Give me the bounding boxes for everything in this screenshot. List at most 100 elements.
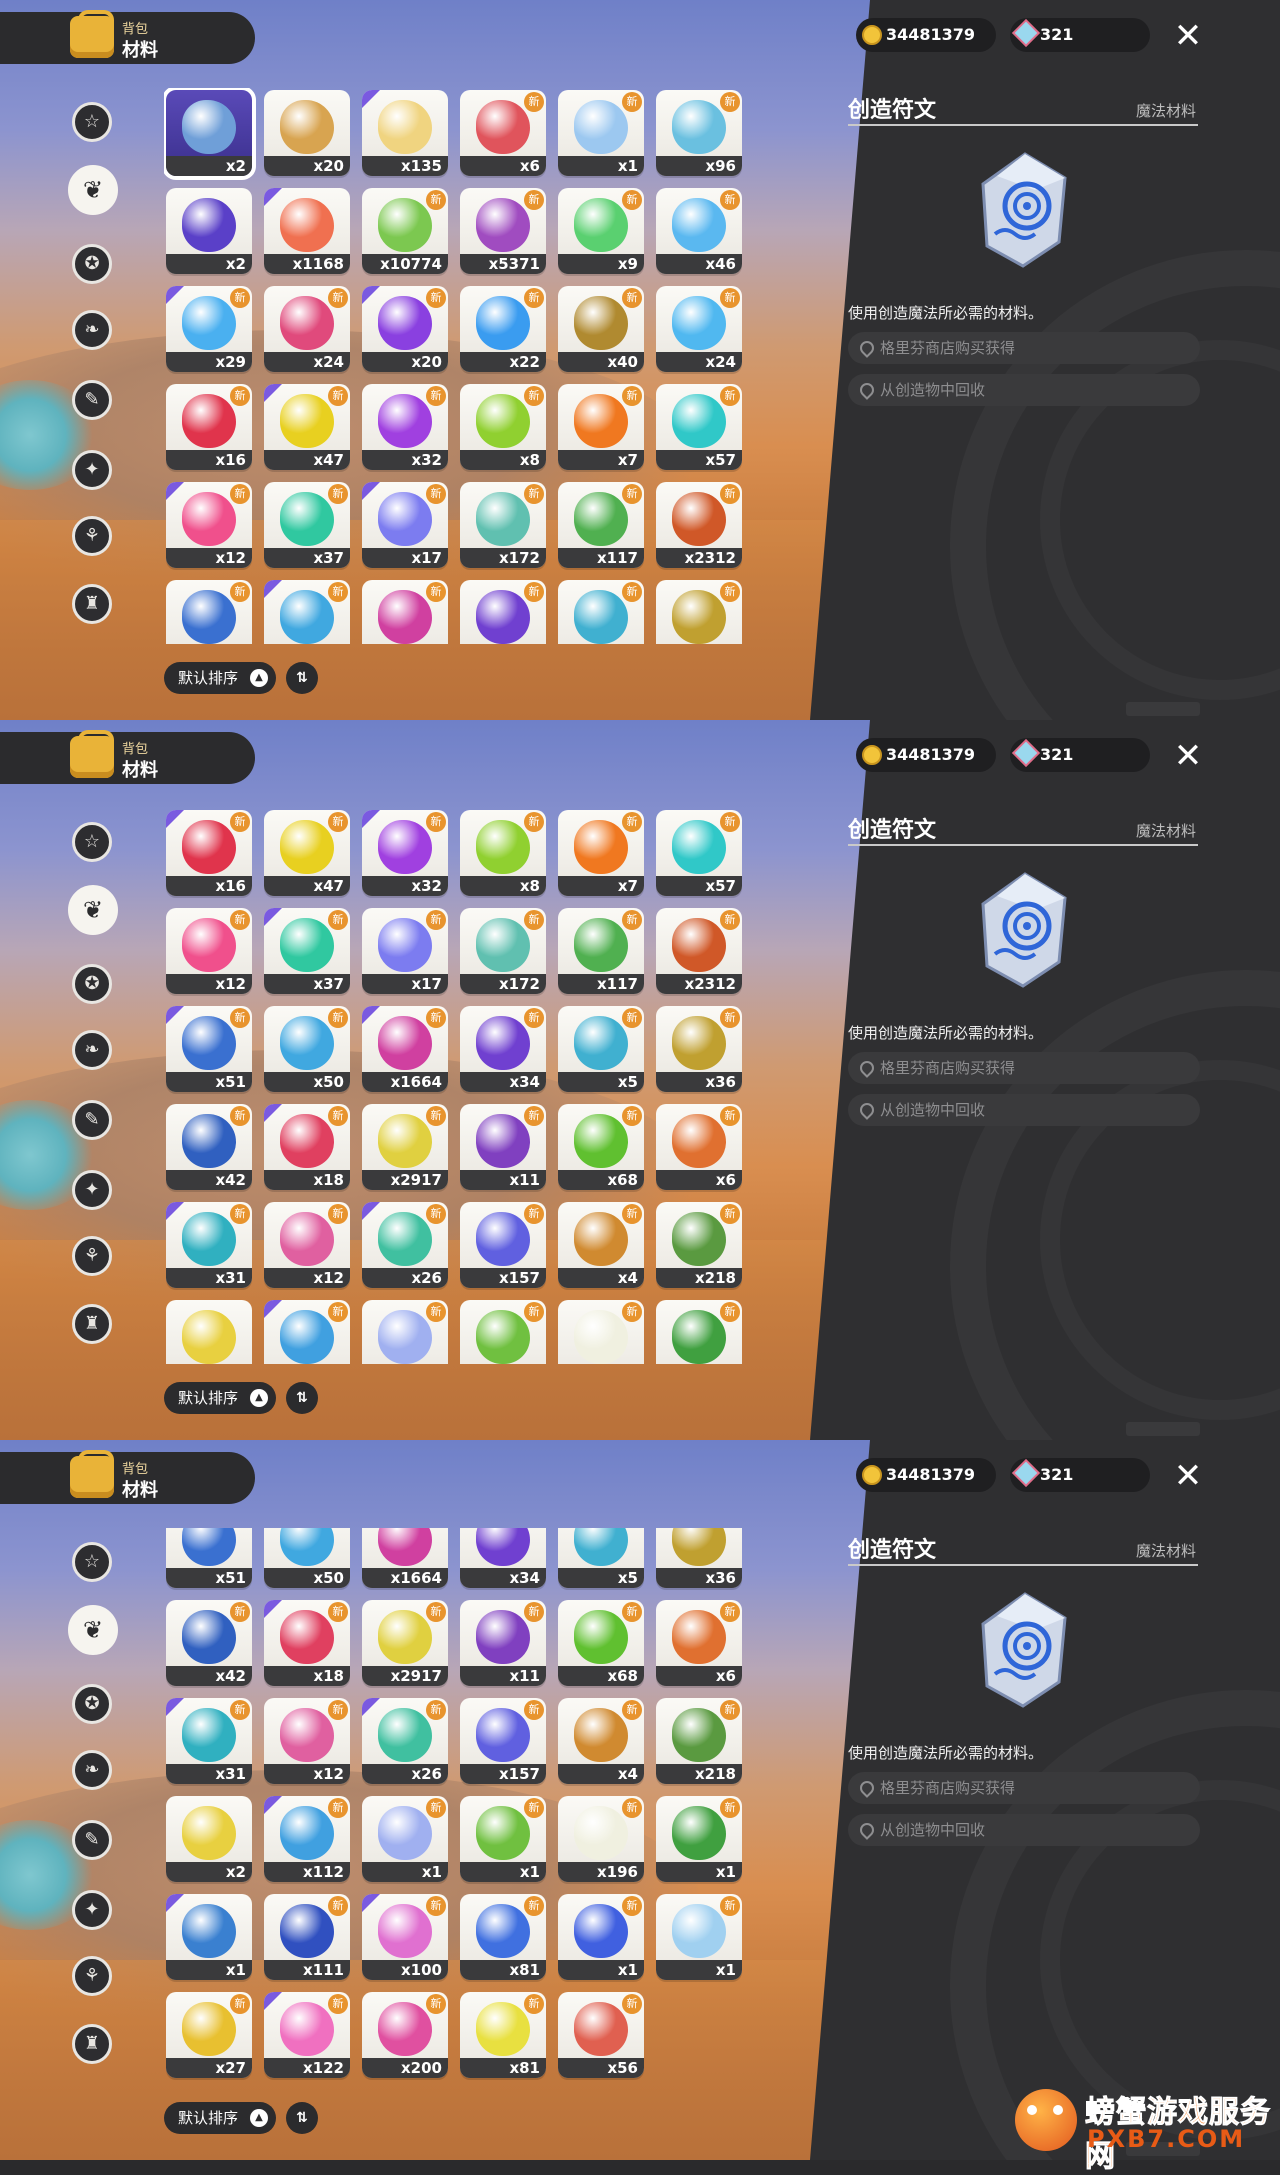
item-slot[interactable]: 新 x12 — [166, 482, 252, 568]
item-slot[interactable]: 新 x117 — [558, 908, 644, 994]
item-slot[interactable]: 新 x1 — [362, 1796, 448, 1882]
item-slot[interactable]: 新 x11 — [460, 1104, 546, 1190]
item-slot[interactable]: 新 x29 — [166, 286, 252, 372]
star-icon[interactable]: ☆ — [72, 102, 112, 142]
item-slot[interactable]: x2 — [166, 188, 252, 274]
item-slot[interactable]: 新 x32 — [362, 810, 448, 896]
armor-icon[interactable]: ♜ — [72, 1304, 112, 1344]
item-slot[interactable]: 新 — [362, 1300, 448, 1364]
item-slot[interactable]: 新 x18 — [264, 1600, 350, 1686]
spellbook-icon[interactable]: ✎ — [72, 1820, 112, 1860]
item-slot[interactable]: 新 x5371 — [460, 188, 546, 274]
item-slot[interactable]: 新 x4 — [558, 1698, 644, 1784]
item-slot[interactable]: 新 x81 — [460, 1992, 546, 2078]
item-slot[interactable]: 新 x34 — [460, 1006, 546, 1092]
item-slot[interactable]: 新 — [656, 580, 742, 644]
item-slot[interactable]: 新 x37 — [264, 908, 350, 994]
item-slot[interactable]: 新 — [558, 580, 644, 644]
item-slot[interactable]: 新 x196 — [558, 1796, 644, 1882]
item-slot[interactable]: 新 x51 — [166, 1006, 252, 1092]
sort-dropdown[interactable]: 默认排序 ▲ — [164, 662, 276, 694]
item-slot[interactable]: 新 x26 — [362, 1698, 448, 1784]
moon-star-icon[interactable]: ✦ — [72, 1890, 112, 1930]
item-source-row[interactable]: 格里芬商店购买获得 — [848, 1052, 1200, 1084]
item-slot[interactable]: 新 x2917 — [362, 1600, 448, 1686]
item-slot[interactable]: 新 x7 — [558, 810, 644, 896]
item-slot[interactable]: 新 x17 — [362, 908, 448, 994]
item-slot[interactable]: 新 x96 — [656, 90, 742, 176]
item-slot[interactable]: x2 — [164, 88, 256, 180]
feather-icon[interactable]: ❧ — [72, 310, 112, 350]
acorn-icon[interactable]: ⚘ — [72, 516, 112, 556]
item-slot[interactable]: 新 x42 — [166, 1104, 252, 1190]
item-slot[interactable]: x34 — [460, 1528, 546, 1588]
item-slot[interactable]: 新 x68 — [558, 1600, 644, 1686]
item-slot[interactable]: 新 x68 — [558, 1104, 644, 1190]
item-slot[interactable]: x36 — [656, 1528, 742, 1588]
spiral-star-icon[interactable]: ✪ — [72, 1684, 112, 1724]
item-source-row[interactable]: 从创造物中回收 — [848, 374, 1200, 406]
spellbook-icon[interactable]: ✎ — [72, 380, 112, 420]
item-slot[interactable]: 新 x2312 — [656, 482, 742, 568]
item-slot[interactable]: 新 x9 — [558, 188, 644, 274]
item-slot[interactable]: 新 x1 — [558, 90, 644, 176]
item-slot[interactable]: x1 — [166, 1894, 252, 1980]
bag-category-tab[interactable]: 背包 材料 — [0, 730, 255, 784]
item-slot[interactable]: x2 — [166, 1796, 252, 1882]
item-slot[interactable]: 新 x40 — [558, 286, 644, 372]
item-slot[interactable]: 新 x200 — [362, 1992, 448, 2078]
item-slot[interactable]: 新 x37 — [264, 482, 350, 568]
item-slot[interactable]: 新 x17 — [362, 482, 448, 568]
item-source-row[interactable]: 格里芬商店购买获得 — [848, 332, 1200, 364]
item-slot[interactable]: 新 x4 — [558, 1202, 644, 1288]
item-slot[interactable]: x135 — [362, 90, 448, 176]
sort-order-button[interactable]: ⇅ — [286, 662, 318, 694]
item-slot[interactable]: 新 x112 — [264, 1796, 350, 1882]
sort-dropdown[interactable]: 默认排序 ▲ — [164, 2102, 276, 2134]
armor-icon[interactable]: ♜ — [72, 2024, 112, 2064]
acorn-icon[interactable]: ⚘ — [72, 1956, 112, 1996]
item-slot[interactable]: 新 — [656, 1300, 742, 1364]
item-slot[interactable]: 新 x24 — [656, 286, 742, 372]
spiral-star-icon[interactable]: ✪ — [72, 964, 112, 1004]
item-slot[interactable]: x50 — [264, 1528, 350, 1588]
leaf-icon[interactable]: ❦ — [68, 1605, 118, 1655]
item-slot[interactable]: x5 — [558, 1528, 644, 1588]
item-slot[interactable]: 新 x2312 — [656, 908, 742, 994]
bag-category-tab[interactable]: 背包 材料 — [0, 1450, 255, 1504]
item-slot[interactable]: x51 — [166, 1528, 252, 1588]
item-slot[interactable]: 新 x6 — [656, 1104, 742, 1190]
item-slot[interactable]: x1664 — [362, 1528, 448, 1588]
acorn-icon[interactable]: ⚘ — [72, 1236, 112, 1276]
item-slot[interactable]: 新 x16 — [166, 384, 252, 470]
armor-icon[interactable]: ♜ — [72, 584, 112, 624]
item-slot[interactable]: 新 x26 — [362, 1202, 448, 1288]
leaf-icon[interactable]: ❦ — [68, 885, 118, 935]
item-slot[interactable]: 新 x31 — [166, 1202, 252, 1288]
item-slot[interactable]: 新 x27 — [166, 1992, 252, 2078]
item-slot[interactable]: 新 x47 — [264, 810, 350, 896]
item-slot[interactable]: 新 x172 — [460, 482, 546, 568]
item-slot[interactable]: 新 x46 — [656, 188, 742, 274]
moon-star-icon[interactable]: ✦ — [72, 450, 112, 490]
item-slot[interactable]: 新 x10774 — [362, 188, 448, 274]
item-slot[interactable]: 新 x32 — [362, 384, 448, 470]
item-slot[interactable]: 新 x8 — [460, 384, 546, 470]
spiral-star-icon[interactable]: ✪ — [72, 244, 112, 284]
item-slot[interactable]: 新 x12 — [264, 1202, 350, 1288]
item-slot[interactable]: 新 x56 — [558, 1992, 644, 2078]
item-slot[interactable]: 新 x1 — [656, 1796, 742, 1882]
spellbook-icon[interactable]: ✎ — [72, 1100, 112, 1140]
sort-order-button[interactable]: ⇅ — [286, 2102, 318, 2134]
item-slot[interactable]: 新 — [166, 580, 252, 644]
item-slot[interactable]: 新 x11 — [460, 1600, 546, 1686]
feather-icon[interactable]: ❧ — [72, 1750, 112, 1790]
item-slot[interactable]: 新 x36 — [656, 1006, 742, 1092]
item-slot[interactable] — [166, 1300, 252, 1364]
item-slot[interactable]: 新 x50 — [264, 1006, 350, 1092]
item-slot[interactable]: 新 — [460, 1300, 546, 1364]
leaf-icon[interactable]: ❦ — [68, 165, 118, 215]
item-slot[interactable]: 新 x31 — [166, 1698, 252, 1784]
item-slot[interactable]: 新 x1664 — [362, 1006, 448, 1092]
item-slot[interactable]: 新 x22 — [460, 286, 546, 372]
